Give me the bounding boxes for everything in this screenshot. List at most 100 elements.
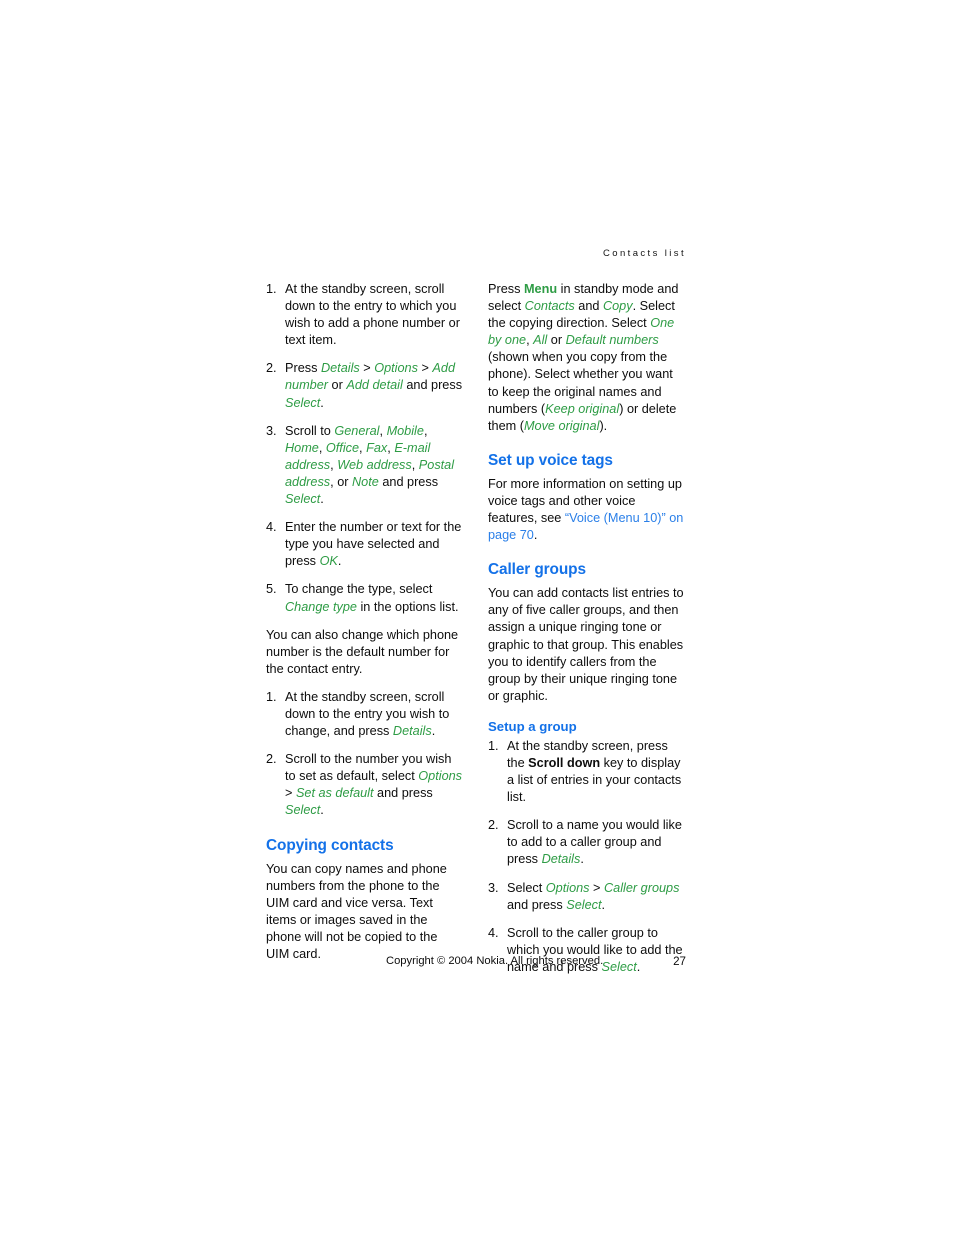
list-item: 2. Scroll to the number you wish to set a… (266, 751, 464, 819)
setup-a-group-steps: 1. At the standby screen, press the Scrol… (488, 738, 686, 976)
body-text: and press (402, 378, 463, 393)
ui-reference: General (334, 423, 380, 438)
ui-reference: Note (352, 474, 379, 489)
ui-reference: OK (319, 554, 338, 569)
body-text: Scroll to (285, 423, 335, 438)
body-text: . (601, 897, 606, 912)
ui-reference: Set as default (295, 786, 374, 801)
body-text: , (379, 423, 387, 438)
list-item-text: At the standby screen, scroll down to th… (285, 689, 464, 740)
voice-tags-paragraph: For more information on setting up voice… (488, 476, 686, 544)
menu-separator: > (359, 361, 375, 376)
body-text: , or (330, 474, 352, 489)
list-item: 1. At the standby screen, scroll down to … (266, 281, 464, 349)
manual-page: Contacts list 1. At the standby screen, s… (0, 0, 954, 1235)
body-text: . (580, 852, 584, 867)
ui-reference: Web address (337, 457, 412, 472)
body-text: Select (507, 880, 546, 895)
ui-reference: Select (285, 803, 321, 818)
list-item-text: Select Options > Caller groups and press… (507, 880, 686, 914)
default-number-intro-paragraph: You can also change which phone number i… (266, 627, 464, 678)
body-text: . (320, 395, 324, 410)
list-item-text: Scroll to a name you would like to add t… (507, 817, 686, 868)
heading-caller-groups: Caller groups (488, 561, 586, 579)
ui-reference: Select (285, 395, 321, 410)
key-name: Scroll down (528, 755, 601, 770)
body-text: , (423, 423, 428, 438)
ui-reference: Fax (366, 440, 388, 455)
list-item-number: 5. (266, 582, 277, 597)
ui-reference: Keep original (545, 401, 620, 416)
copyright-notice: Copyright © 2004 Nokia. All rights reser… (386, 955, 604, 967)
list-item-text: At the standby screen, scroll down to th… (285, 281, 464, 349)
heading-setup-a-group: Setup a group (488, 718, 577, 734)
list-item-text: To change the type, select Change type i… (285, 581, 464, 615)
list-item: 1. At the standby screen, scroll down to … (266, 689, 464, 740)
ui-reference: Options (418, 769, 463, 784)
body-text: . (431, 724, 436, 739)
right-column: Press Menu in standby mode and select Co… (488, 281, 686, 987)
menu-separator: > (589, 880, 604, 895)
list-item-number: 1. (266, 282, 277, 296)
ui-reference: Home (285, 440, 319, 455)
default-number-steps: 1. At the standby screen, scroll down to … (266, 689, 464, 820)
ui-reference: Office (325, 440, 360, 455)
list-item: 3. Select Options > Caller groups and pre… (488, 880, 686, 914)
list-item-number: 1. (266, 689, 277, 704)
body-text: Scroll to a name you would like to add t… (507, 818, 682, 867)
list-item: 1. At the standby screen, press the Scrol… (488, 738, 686, 806)
page-body-columns: 1. At the standby screen, scroll down to … (266, 281, 686, 987)
ui-reference: Options (374, 361, 418, 376)
list-item: 2. Press Details > Options > Add number o… (266, 360, 464, 411)
ui-reference: Details (392, 724, 432, 739)
body-text: , (318, 440, 326, 455)
caller-groups-paragraph: You can add contacts list entries to any… (488, 585, 686, 705)
list-item-number: 1. (488, 738, 499, 753)
list-item: 4. Enter the number or text for the type … (266, 519, 464, 570)
body-text: Enter the number or text for the type yo… (285, 520, 462, 569)
ui-reference: Details (320, 361, 360, 376)
ui-reference: Copy (602, 299, 633, 314)
list-item-number: 3. (488, 880, 499, 895)
body-text: At the standby screen, scroll down to th… (285, 282, 460, 348)
body-text: and (574, 299, 603, 314)
list-item: 3. Scroll to General, Mobile, Home, Offic… (266, 423, 464, 508)
ui-reference: Add detail (346, 378, 403, 393)
body-text: or (547, 333, 566, 348)
menu-separator: > (417, 361, 433, 376)
list-item-number: 4. (266, 520, 277, 535)
ui-reference: Select (566, 897, 602, 912)
body-text: , (411, 457, 419, 472)
body-text: . (337, 554, 342, 569)
list-item: 5. To change the type, select Change type… (266, 581, 464, 615)
ui-reference: Caller groups (604, 880, 680, 895)
heading-copying-contacts: Copying contacts (266, 836, 394, 854)
body-text: To change the type, select (285, 582, 433, 597)
body-text: and press (507, 897, 567, 912)
page-footer: Copyright © 2004 Nokia. All rights reser… (266, 955, 686, 973)
list-item-text: Press Details > Options > Add number or … (285, 360, 464, 411)
list-item-number: 2. (488, 818, 499, 833)
body-text: . (320, 803, 324, 818)
list-item-text: Scroll to General, Mobile, Home, Office,… (285, 423, 464, 508)
ui-key-name: Menu (523, 282, 558, 296)
body-text: ). (599, 418, 608, 433)
body-text: . (533, 528, 538, 543)
ui-reference: Contacts (524, 299, 575, 314)
ui-reference: Select (285, 492, 321, 507)
list-item-number: 3. (266, 423, 277, 438)
body-text: You can add contacts list entries to any… (488, 586, 684, 703)
list-item-number: 2. (266, 752, 277, 767)
list-item-text: At the standby screen, press the Scroll … (507, 738, 686, 806)
list-item-text: Scroll to the number you wish to set as … (285, 751, 464, 819)
list-item-number: 2. (266, 361, 277, 376)
running-head: Contacts list (603, 248, 686, 259)
copying-contacts-paragraph: You can copy names and phone numbers fro… (266, 861, 464, 964)
ui-reference: Options (545, 880, 590, 895)
body-text: and press (378, 474, 439, 489)
body-text: You can copy names and phone numbers fro… (266, 861, 447, 961)
body-text: You can also change which phone number i… (266, 627, 459, 676)
page-number: 27 (673, 955, 686, 968)
list-item-text: Enter the number or text for the type yo… (285, 519, 464, 570)
ui-reference: Mobile (386, 423, 424, 438)
